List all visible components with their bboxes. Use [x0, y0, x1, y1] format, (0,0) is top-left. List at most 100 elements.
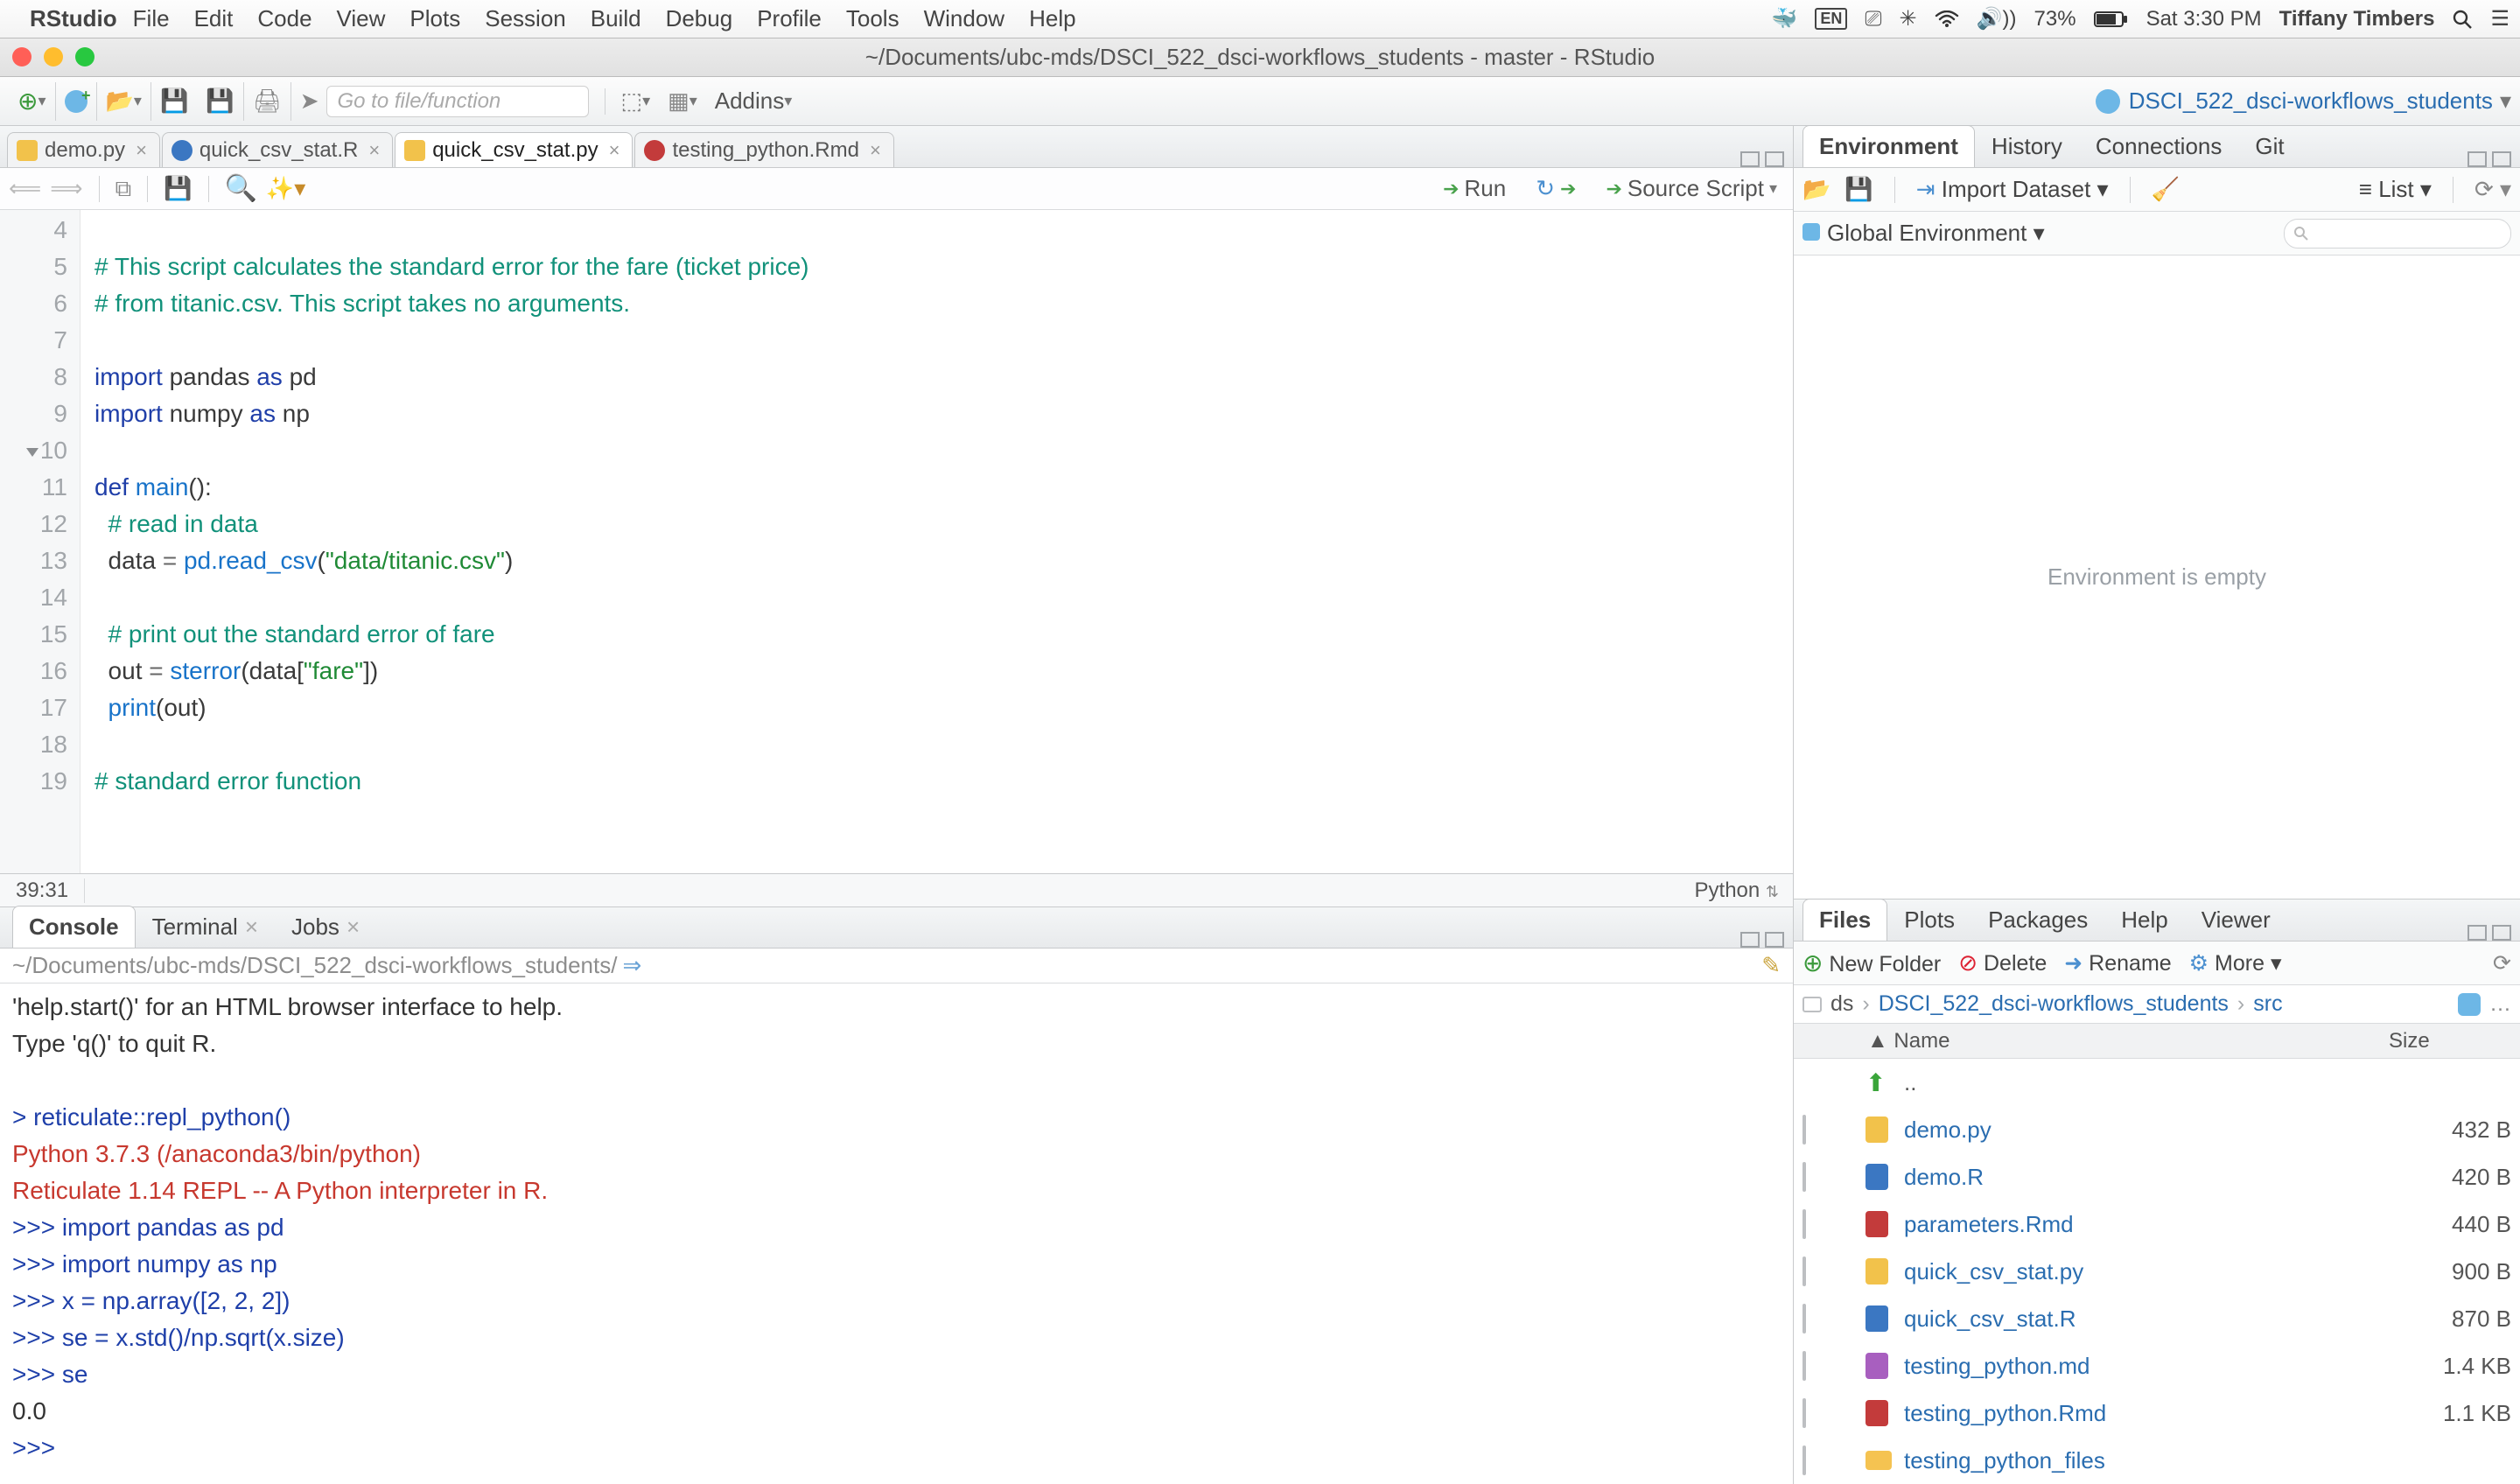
tab-connections[interactable]: Connections: [2079, 125, 2239, 167]
code-editor[interactable]: 456 789 10 111213 141516 171819 # This s…: [0, 210, 1793, 873]
file-row[interactable]: parameters.Rmd440 B: [1794, 1200, 2520, 1248]
env-search-input[interactable]: [2284, 219, 2511, 248]
file-checkbox[interactable]: [1802, 1304, 1806, 1334]
project-root-icon[interactable]: [2458, 993, 2481, 1016]
volume-icon[interactable]: 🔊)): [1977, 6, 2017, 32]
bluetooth-icon[interactable]: ✳: [1900, 6, 1917, 32]
tab-help[interactable]: Help: [2104, 899, 2184, 941]
close-icon[interactable]: ×: [368, 139, 380, 162]
import-dataset-button[interactable]: ⇥ Import Dataset ▾: [1916, 176, 2109, 203]
fold-icon[interactable]: [26, 448, 38, 457]
clock[interactable]: Sat 3:30 PM: [2146, 7, 2262, 32]
minimize-pane-icon[interactable]: [2468, 925, 2487, 941]
tab-terminal[interactable]: Terminal×: [136, 906, 275, 948]
menu-window[interactable]: Window: [924, 5, 1004, 32]
file-name[interactable]: parameters.Rmd: [1904, 1211, 2380, 1238]
col-name[interactable]: ▲ Name: [1857, 1029, 2389, 1054]
file-name[interactable]: quick_csv_stat.R: [1904, 1306, 2380, 1333]
menu-session[interactable]: Session: [485, 5, 566, 32]
tab-viewer[interactable]: Viewer: [2185, 899, 2287, 941]
new-folder-button[interactable]: ⊕ New Folder: [1802, 948, 1941, 977]
refresh-files-button[interactable]: ⟳: [2493, 950, 2511, 976]
file-checkbox[interactable]: [1802, 1351, 1806, 1381]
source-tab-quickr[interactable]: quick_csv_stat.R×: [162, 132, 393, 167]
minimize-pane-icon[interactable]: [2468, 151, 2487, 167]
maximize-pane-icon[interactable]: [2492, 925, 2511, 941]
open-file-button[interactable]: 📂▾: [97, 82, 151, 121]
input-source-icon[interactable]: EN: [1815, 8, 1847, 30]
menu-plots[interactable]: Plots: [410, 5, 460, 32]
close-icon[interactable]: ×: [870, 139, 881, 162]
save-all-button[interactable]: 💾: [197, 82, 243, 121]
minimize-pane-icon[interactable]: [1740, 151, 1760, 167]
new-file-button[interactable]: ⊕ ▾: [9, 82, 56, 121]
source-tab-demo[interactable]: demo.py×: [7, 132, 160, 167]
close-icon[interactable]: ×: [609, 139, 620, 162]
rerun-button[interactable]: ↻➔: [1529, 175, 1583, 202]
rename-button[interactable]: ➜ Rename: [2064, 950, 2171, 976]
back-button[interactable]: ⟸: [9, 175, 41, 202]
file-row[interactable]: testing_python.md1.4 KB: [1794, 1342, 2520, 1390]
more-crumbs-icon[interactable]: …: [2489, 991, 2511, 1017]
file-row[interactable]: quick_csv_stat.R870 B: [1794, 1295, 2520, 1342]
crumb[interactable]: ds: [1830, 991, 1853, 1017]
menu-code[interactable]: Code: [257, 5, 312, 32]
refresh-env-button[interactable]: ⟳ ▾: [2474, 176, 2511, 203]
home-icon[interactable]: [1802, 997, 1822, 1012]
delete-button[interactable]: ⊘ Delete: [1958, 949, 2047, 976]
user-name[interactable]: Tiffany Timbers: [2279, 7, 2435, 32]
file-row[interactable]: testing_python_files: [1794, 1437, 2520, 1484]
zoom-window-button[interactable]: [75, 47, 94, 66]
vcs-button[interactable]: ⬚▾: [612, 82, 660, 121]
tab-environment[interactable]: Environment: [1802, 125, 1975, 167]
file-checkbox[interactable]: [1802, 1162, 1806, 1192]
docker-icon[interactable]: 🐳: [1771, 6, 1797, 32]
file-row[interactable]: testing_python.Rmd1.1 KB: [1794, 1390, 2520, 1437]
new-project-button[interactable]: +: [56, 82, 97, 121]
print-button[interactable]: 🖨: [244, 82, 291, 121]
app-name[interactable]: RStudio: [30, 5, 117, 32]
file-name[interactable]: testing_python_files: [1904, 1447, 2380, 1474]
source-button[interactable]: ➔Source Script ▾: [1599, 175, 1784, 202]
menu-build[interactable]: Build: [591, 5, 641, 32]
file-row[interactable]: demo.R420 B: [1794, 1153, 2520, 1200]
find-button[interactable]: 🔍: [225, 173, 257, 204]
code-content[interactable]: # This script calculates the standard er…: [80, 210, 808, 873]
maximize-pane-icon[interactable]: [1765, 932, 1784, 948]
set-wd-icon[interactable]: ⇒: [622, 952, 641, 979]
file-row[interactable]: quick_csv_stat.py900 B: [1794, 1248, 2520, 1295]
console-output[interactable]: 'help.start()' for an HTML browser inter…: [0, 984, 1793, 1484]
col-size[interactable]: Size: [2389, 1029, 2520, 1054]
minimize-window-button[interactable]: [44, 47, 63, 66]
list-view-button[interactable]: ≡ List ▾: [2359, 176, 2432, 203]
tab-jobs[interactable]: Jobs×: [275, 906, 376, 948]
file-checkbox[interactable]: [1802, 1446, 1806, 1475]
load-workspace-button[interactable]: 📂: [1802, 176, 1830, 203]
battery-icon[interactable]: [2094, 10, 2129, 28]
menu-profile[interactable]: Profile: [757, 5, 822, 32]
source-tab-quickpy[interactable]: quick_csv_stat.py×: [395, 132, 633, 167]
language-select[interactable]: Python ⇅: [1681, 878, 1793, 903]
tab-history[interactable]: History: [1975, 125, 2079, 167]
menu-help[interactable]: Help: [1029, 5, 1075, 32]
maximize-pane-icon[interactable]: [2492, 151, 2511, 167]
menu-view[interactable]: View: [337, 5, 386, 32]
menu-edit[interactable]: Edit: [194, 5, 234, 32]
wand-button[interactable]: ✨▾: [266, 175, 305, 202]
popout-button[interactable]: ⧉: [116, 175, 132, 203]
close-window-button[interactable]: [12, 47, 32, 66]
file-row[interactable]: demo.py432 B: [1794, 1106, 2520, 1153]
file-name[interactable]: demo.py: [1904, 1116, 2380, 1144]
run-button[interactable]: ➔Run: [1436, 175, 1513, 202]
env-scope[interactable]: Global Environment ▾: [1802, 220, 2045, 247]
file-checkbox[interactable]: [1802, 1209, 1806, 1239]
menu-debug[interactable]: Debug: [666, 5, 733, 32]
tab-plots[interactable]: Plots: [1887, 899, 1971, 941]
more-button[interactable]: ⚙ More ▾: [2189, 950, 2282, 976]
save-workspace-button[interactable]: 💾: [1844, 176, 1872, 203]
file-name[interactable]: testing_python.md: [1904, 1353, 2380, 1380]
panes-button[interactable]: ▦▾: [659, 82, 706, 121]
close-icon[interactable]: ×: [136, 139, 147, 162]
file-name[interactable]: demo.R: [1904, 1164, 2380, 1191]
minimize-pane-icon[interactable]: [1740, 932, 1760, 948]
